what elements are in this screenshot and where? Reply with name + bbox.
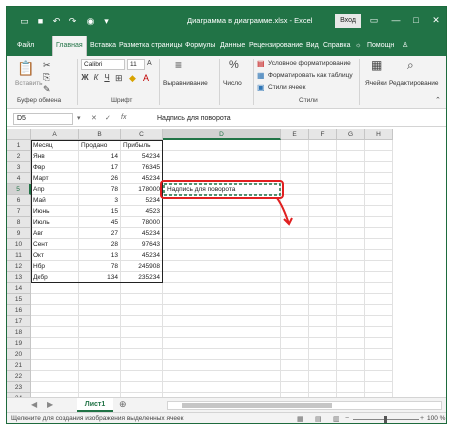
chevron-down-icon[interactable]: ▾ xyxy=(77,114,81,122)
customize-icon[interactable]: ▾ xyxy=(101,16,112,27)
page-break-icon[interactable]: ▥ xyxy=(333,415,340,423)
name-box[interactable]: D5 xyxy=(13,113,73,125)
bold-button[interactable]: Ж xyxy=(81,73,89,83)
status-bar: Щелкните для создания изображения выделе… xyxy=(7,412,446,423)
copy-icon[interactable]: ⎘ xyxy=(43,72,50,82)
underline-button[interactable]: Ч xyxy=(103,73,111,83)
title-bar: ▭ ■ ↶ ↷ ◉ ▾ Диаграмма в диаграмме.xlsx -… xyxy=(7,7,446,36)
tab-home[interactable]: Главная xyxy=(52,36,87,56)
callout-overlay xyxy=(160,180,293,226)
ribbon-separator xyxy=(253,59,254,105)
sheet-tab-active[interactable]: Лист1 xyxy=(77,398,113,412)
spreadsheet-grid[interactable]: A B C D E F G H 1 Месяц Продано Прибыль 2 Янв 14 54234 3… xyxy=(7,129,446,397)
formula-bar: D5 ▾ ✕ ✓ fx Надпись для поворота xyxy=(7,111,446,127)
normal-view-icon[interactable]: ▦ xyxy=(297,415,304,423)
tab-page-layout[interactable]: Разметка страницы xyxy=(119,36,183,56)
maximize-icon[interactable]: □ xyxy=(409,13,423,27)
page-layout-icon[interactable]: ▤ xyxy=(315,415,322,423)
sheet-tab-bar: ◀ ▶ Лист1 ⊕ xyxy=(7,397,446,412)
zoom-in-icon[interactable]: + xyxy=(420,415,424,422)
font-size-combo[interactable]: 11 xyxy=(127,59,145,70)
conditional-format-icon: ▤ xyxy=(257,59,265,68)
share-icon[interactable]: ♙ xyxy=(402,36,408,56)
undo-icon[interactable]: ↶ xyxy=(51,16,62,27)
ribbon-separator xyxy=(359,59,360,105)
enter-icon[interactable]: ✓ xyxy=(105,114,111,122)
zoom-out-icon[interactable]: − xyxy=(345,415,349,422)
font-name-combo[interactable]: Calibri xyxy=(81,59,125,70)
plus-icon[interactable]: ⊕ xyxy=(119,399,127,410)
cancel-icon[interactable]: ✕ xyxy=(91,114,97,122)
tab-data[interactable]: Данные xyxy=(220,36,245,56)
formula-input[interactable]: Надпись для поворота xyxy=(157,113,442,125)
italic-button[interactable]: К xyxy=(92,73,100,83)
cells-icon: ▦ xyxy=(371,58,383,72)
tab-file[interactable]: Файл xyxy=(17,36,34,56)
styles-group-label: Стили xyxy=(299,97,318,104)
collapse-ribbon-icon[interactable]: ⌃ xyxy=(435,96,441,106)
callout-arrow xyxy=(276,197,290,225)
sheet-next-icon[interactable]: ▶ xyxy=(47,400,53,409)
ribbon-separator xyxy=(159,59,160,105)
cell-styles-icon: ▣ xyxy=(257,83,265,92)
horizontal-scrollbar[interactable] xyxy=(167,401,442,410)
minimize-icon[interactable]: — xyxy=(389,13,403,27)
alignment-button[interactable]: Выравнивание xyxy=(163,80,208,87)
tab-formulas[interactable]: Формулы xyxy=(185,36,215,56)
paste-icon[interactable]: 📋 xyxy=(17,60,34,76)
ribbon: 📋 Вставить ✂ ⎘ ✎ Буфер обмена Calibri 11… xyxy=(7,56,446,109)
search-icon: ⌕ xyxy=(407,58,414,72)
font-color-icon[interactable]: A xyxy=(143,73,149,83)
number-label[interactable]: Число xyxy=(223,80,242,87)
ribbon-tabs: Файл Главная Вставка Разметка страницы Ф… xyxy=(7,36,446,56)
tab-review[interactable]: Рецензирование xyxy=(249,36,303,56)
scroll-thumb[interactable] xyxy=(182,403,332,408)
ribbon-separator xyxy=(219,59,220,105)
clipboard-group-label: Буфер обмена xyxy=(17,97,62,104)
callout-text[interactable]: Надпись для поворота xyxy=(165,184,279,195)
borders-icon[interactable]: ⊞ xyxy=(115,73,123,83)
format-painter-icon[interactable]: ✎ xyxy=(43,84,51,94)
insert-function-button[interactable]: fx xyxy=(121,114,126,121)
autosave-icon[interactable]: ▭ xyxy=(19,16,30,27)
conditional-format-button[interactable]: Условное форматирование xyxy=(268,60,351,67)
lightbulb-icon[interactable]: ☼ xyxy=(355,36,361,56)
sheet-prev-icon[interactable]: ◀ xyxy=(31,400,37,409)
ribbon-separator xyxy=(77,59,78,105)
tab-insert[interactable]: Вставка xyxy=(90,36,116,56)
format-table-icon: ▦ xyxy=(257,71,265,80)
tab-tell-me[interactable]: Помощн xyxy=(367,36,394,56)
grow-font-icon[interactable]: A xyxy=(147,59,152,69)
zoom-slider-thumb[interactable] xyxy=(384,416,387,423)
ribbon-display-icon[interactable]: ▭ xyxy=(367,13,381,27)
editing-button[interactable]: Редактирование xyxy=(389,80,439,87)
cells-button[interactable]: Ячейки xyxy=(365,80,387,87)
signin-button[interactable]: Вход xyxy=(335,14,361,28)
window-title: Диаграмма в диаграмме.xlsx - Excel xyxy=(187,16,313,25)
font-group-label: Шрифт xyxy=(111,97,133,104)
tab-view[interactable]: Вид xyxy=(306,36,319,56)
zoom-level[interactable]: 100 % xyxy=(427,415,445,422)
camera-icon[interactable]: ◉ xyxy=(85,16,96,27)
cell-styles-button[interactable]: Стили ячеек xyxy=(268,84,306,91)
paste-label[interactable]: Вставить xyxy=(15,80,43,87)
alignment-icon[interactable]: ≡ xyxy=(175,59,182,71)
status-text: Щелкните для создания изображения выделе… xyxy=(11,415,184,422)
excel-window: ▭ ■ ↶ ↷ ◉ ▾ Диаграмма в диаграмме.xlsx -… xyxy=(6,6,447,424)
cut-icon[interactable]: ✂ xyxy=(43,60,51,70)
tab-help[interactable]: Справка xyxy=(323,36,350,56)
number-format-button[interactable]: % xyxy=(229,60,239,71)
redo-icon[interactable]: ↷ xyxy=(67,16,78,27)
format-as-table-button[interactable]: Форматировать как таблицу xyxy=(268,72,353,79)
fill-color-icon[interactable]: ◆ xyxy=(129,73,136,83)
close-icon[interactable]: ✕ xyxy=(429,13,443,27)
save-icon[interactable]: ■ xyxy=(35,16,46,27)
